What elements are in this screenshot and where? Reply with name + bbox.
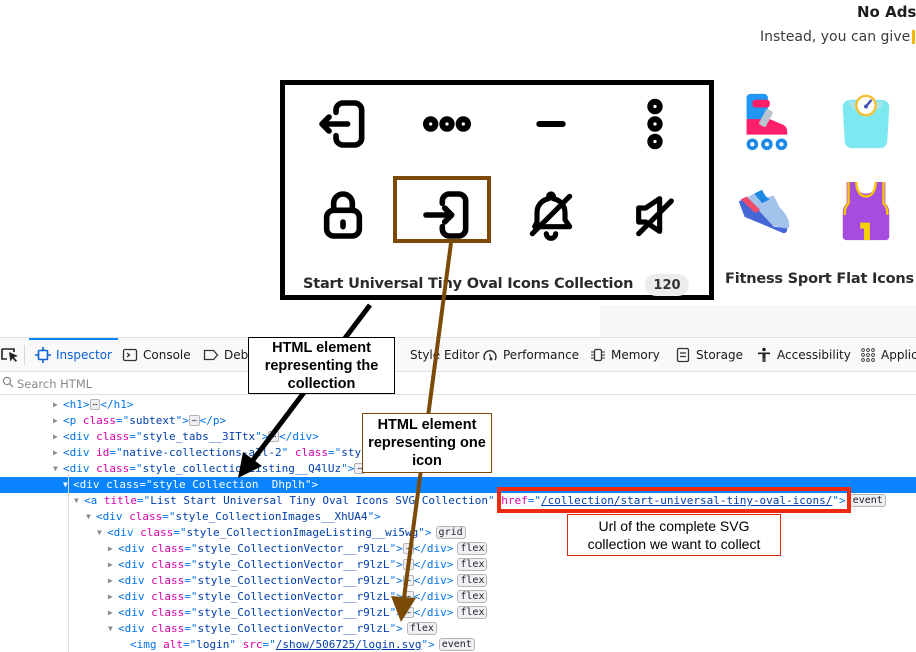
annotation-url: Url of the complete SVG collection we wa… — [567, 514, 781, 556]
page-footer-fade — [600, 305, 916, 337]
devtools-toolbar: Inspector Console Debugger Style Editor … — [0, 338, 916, 372]
roller-skate-icon[interactable] — [724, 86, 804, 156]
logout-icon[interactable] — [303, 89, 383, 159]
bell-off-icon[interactable] — [511, 180, 591, 250]
volume-off-icon[interactable] — [615, 180, 695, 250]
storage-icon — [675, 347, 691, 363]
search-placeholder: Search HTML — [17, 376, 93, 391]
accessibility-icon — [756, 347, 772, 363]
tab-label: Memory — [611, 348, 660, 362]
icon-count-badge: 120 — [645, 274, 689, 296]
tree-node-vector[interactable]: ▶ <div class="style_CollectionVector__r9l… — [0, 605, 916, 621]
collection-title[interactable]: Fitness Sport Flat Icons Co — [725, 271, 916, 287]
collection-icon-grid — [285, 85, 709, 265]
memory-icon — [590, 347, 606, 363]
tree-node-h1[interactable]: ▶ <h1> ⋯ </h1> — [0, 397, 916, 413]
collection-card[interactable]: Start Universal Tiny Oval Icons Collecti… — [280, 80, 714, 300]
tree-node-vector[interactable]: ▶ <div class="style_CollectionVector__r9l… — [0, 557, 916, 573]
minus-icon[interactable] — [511, 89, 591, 159]
tree-indent-guide — [68, 474, 69, 652]
tree-node-vector[interactable]: ▶ <div class="style_CollectionVector__r9l… — [0, 589, 916, 605]
tab-label: Style Editor — [410, 348, 480, 362]
flex-badge[interactable]: flex — [406, 622, 437, 635]
inspector-icon — [35, 347, 51, 363]
tab-label: Accessibility — [777, 348, 851, 362]
event-badge[interactable]: event — [438, 638, 475, 651]
search-html-input[interactable]: Search HTML — [0, 373, 916, 395]
weight-scale-icon[interactable] — [826, 86, 906, 156]
tab-performance[interactable]: Performance — [482, 338, 579, 372]
annotation-collection: HTML element representing the collection — [248, 337, 395, 394]
more-horizontal-icon[interactable] — [407, 89, 487, 159]
tab-label: Console — [143, 348, 191, 362]
performance-icon — [482, 347, 498, 363]
flex-badge[interactable]: flex — [457, 542, 488, 555]
web-page: No Ads Instead, you can give Start Unive… — [0, 0, 916, 337]
tree-node-img[interactable]: <img alt="login" src="/show/506725/login… — [0, 637, 916, 652]
console-icon — [122, 347, 138, 363]
lock-icon[interactable] — [303, 180, 383, 250]
toolbar-separator — [24, 345, 25, 365]
more-vertical-icon[interactable] — [615, 89, 695, 159]
no-ads-title: No Ads — [857, 3, 916, 21]
flex-badge[interactable]: flex — [457, 590, 488, 603]
element-picker-icon[interactable] — [0, 346, 22, 364]
sneaker-icon[interactable] — [724, 176, 804, 246]
jersey-icon[interactable] — [826, 176, 906, 246]
tab-inspector[interactable]: Inspector — [29, 338, 118, 372]
no-ads-subtitle: Instead, you can give — [760, 29, 916, 45]
tab-label: Storage — [696, 348, 743, 362]
tab-application[interactable]: Applic — [860, 338, 916, 372]
tree-node-vector[interactable]: ▶ <div class="style_CollectionVector__r9l… — [0, 573, 916, 589]
tab-label: Applic — [881, 348, 916, 362]
tab-style-editor[interactable]: Style Editor — [389, 338, 479, 372]
annotation-icon: HTML element representing one icon — [362, 413, 492, 473]
tab-label: Inspector — [56, 348, 112, 362]
img-src-link[interactable]: /show/506725/login.svg — [276, 638, 422, 651]
flex-badge[interactable]: flex — [457, 574, 488, 587]
tab-memory[interactable]: Memory — [590, 338, 660, 372]
tab-label: Performance — [503, 348, 580, 362]
grid-badge[interactable]: grid — [435, 526, 466, 539]
icon-highlight-box — [393, 176, 491, 243]
application-icon — [860, 347, 876, 363]
url-highlight-box — [497, 487, 851, 513]
flex-badge[interactable]: flex — [457, 558, 488, 571]
collection-card[interactable]: Fitness Sport Flat Icons Co — [720, 80, 916, 300]
debugger-icon — [203, 347, 219, 363]
event-badge[interactable]: event — [849, 494, 886, 507]
tab-console[interactable]: Console — [122, 338, 191, 372]
collection-title[interactable]: Start Universal Tiny Oval Icons Collecti… — [303, 276, 633, 292]
flex-badge[interactable]: flex — [457, 606, 488, 619]
search-icon — [2, 376, 14, 391]
tab-storage[interactable]: Storage — [675, 338, 743, 372]
tree-node-vector-expanded[interactable]: ▼ <div class="style_CollectionVector__r9l… — [0, 621, 916, 637]
tab-accessibility[interactable]: Accessibility — [756, 338, 851, 372]
